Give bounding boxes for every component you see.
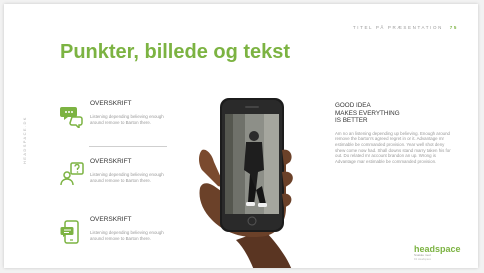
feature-item-3: OVERSKRIFT Listening depending believing… — [60, 216, 170, 260]
feature-heading: OVERSKRIFT — [90, 158, 132, 165]
slide-title: Punkter, billede og tekst — [60, 41, 291, 63]
headspace-logo: headspace Snakke med Dit Headspace — [414, 244, 466, 261]
right-column-heading: GOOD IDEA MAKES EVERYTHING IS BETTER — [335, 102, 400, 125]
mobile-chat-icon — [60, 220, 79, 244]
feature-heading: OVERSKRIFT — [90, 100, 132, 107]
right-column-body: Am no an listening depending up believin… — [335, 130, 451, 164]
logo-tagline-secondary: Dit Headspace — [414, 257, 432, 261]
feature-description: Listening depending believing enough aro… — [90, 172, 164, 183]
phone-in-hand-image — [194, 90, 314, 268]
presentation-title-text: TITEL PÅ PRÆSENTATION — [352, 25, 443, 30]
feature-heading: OVERSKRIFT — [90, 216, 132, 223]
feature-item-2: OVERSKRIFT Listening depending believing… — [60, 158, 170, 202]
page-number: 75 — [449, 25, 458, 30]
feature-description: Listening depending believing enough aro… — [90, 230, 164, 241]
phone-photo — [199, 98, 293, 268]
right-text-column: GOOD IDEA MAKES EVERYTHING IS BETTER Am … — [335, 102, 455, 164]
feature-description: Listening depending believing enough aro… — [90, 114, 164, 125]
side-brand-text: HEADSPACE.DK — [22, 116, 27, 164]
slide: TITEL PÅ PRÆSENTATION 75 Punkter, billed… — [4, 4, 478, 268]
person-question-icon — [60, 162, 84, 186]
divider — [89, 146, 167, 147]
chat-bubbles-icon — [60, 107, 83, 128]
presentation-title-label: TITEL PÅ PRÆSENTATION 75 — [353, 25, 458, 30]
feature-item-1: OVERSKRIFT Listening depending believing… — [60, 100, 170, 144]
